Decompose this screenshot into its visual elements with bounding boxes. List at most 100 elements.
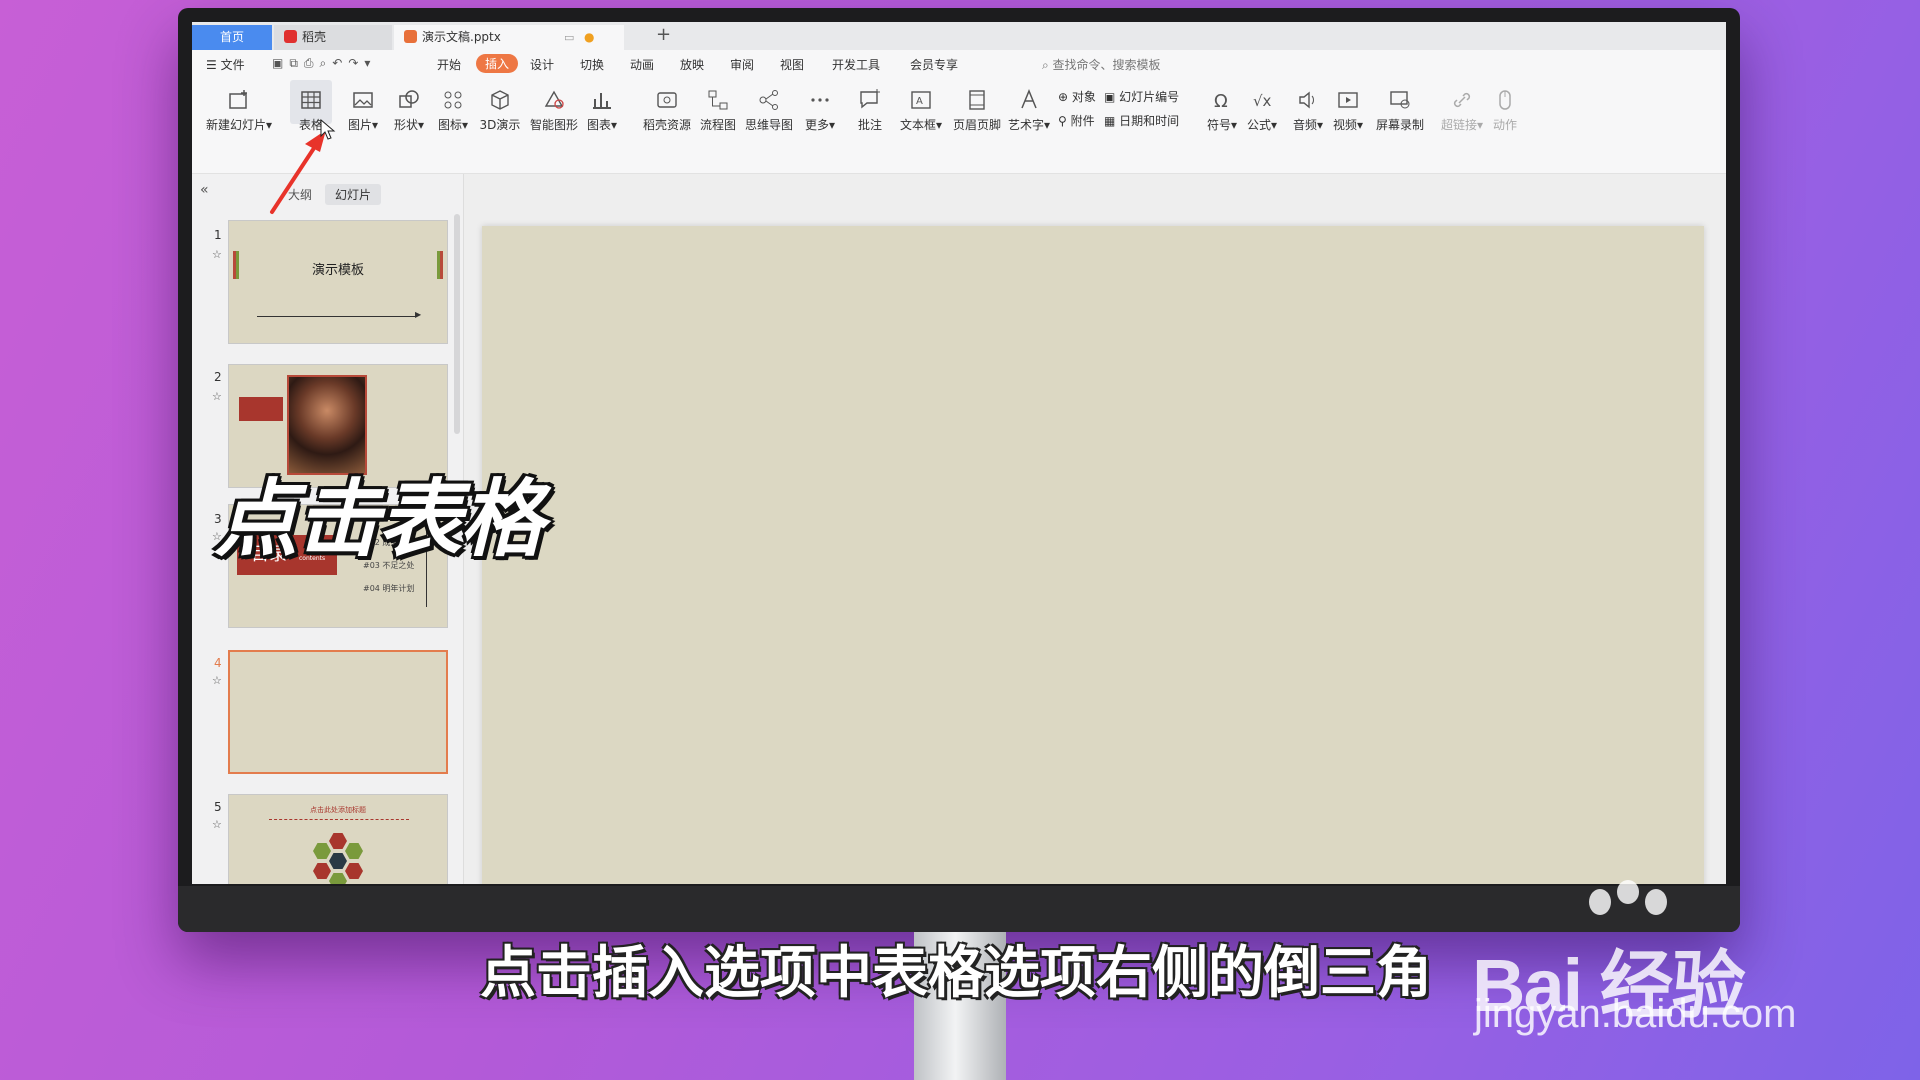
omega-icon: Ω xyxy=(1214,91,1228,112)
comment-button[interactable]: 批注 xyxy=(852,88,888,133)
table-button[interactable]: 表格 xyxy=(290,80,332,132)
shape-button[interactable]: 形状▾ xyxy=(388,88,430,133)
slide-number: 4 xyxy=(214,656,222,670)
tab-status-icon: ▭ xyxy=(564,31,575,44)
attachment-label: 附件 xyxy=(1070,114,1095,128)
smart-graphic-button[interactable]: 智能图形 xyxy=(528,88,580,133)
symbol-button[interactable]: Ω 符号▾ xyxy=(1204,88,1240,133)
wordart-icon xyxy=(1021,89,1037,109)
video-label: 视频 xyxy=(1332,118,1357,132)
formula-icon: √x xyxy=(1253,92,1272,110)
tab-document[interactable]: 演示文稿.pptx ▭ ● xyxy=(394,25,624,50)
menu-design[interactable]: 设计 xyxy=(530,56,554,73)
header-footer-button[interactable]: 页眉页脚 xyxy=(950,88,1004,133)
new-tab-button[interactable]: + xyxy=(656,24,671,45)
wordart-button[interactable]: 艺术字▾ xyxy=(1006,88,1052,133)
flowchart-button[interactable]: 流程图 xyxy=(696,88,740,133)
slide-number: 2 xyxy=(214,370,222,384)
redo-icon[interactable]: ↷ xyxy=(348,56,364,70)
slide-canvas[interactable] xyxy=(482,226,1704,884)
print-icon[interactable]: ⎙ xyxy=(304,56,320,70)
tab-daoke[interactable]: 稻壳 xyxy=(274,25,392,50)
slide-thumbnail-1[interactable]: 演示模板 ▶ xyxy=(228,220,448,344)
icons-gallery-icon xyxy=(444,91,462,109)
tab-home[interactable]: 首页 xyxy=(192,25,272,50)
shape-icon xyxy=(399,90,419,108)
object-icon: ⊕ xyxy=(1058,90,1072,104)
daoke-resource-button[interactable]: 稻壳资源 xyxy=(640,88,694,133)
menu-animation[interactable]: 动画 xyxy=(630,56,654,73)
preview-icon[interactable]: ⌕ xyxy=(320,56,333,70)
customize-icon[interactable]: ▾ xyxy=(364,56,376,70)
flowchart-label: 流程图 xyxy=(699,118,736,132)
menu-bar: ☰ 文件 ▣⧉⎙⌕↶↷▾ 开始 插入 设计 切换 动画 放映 审阅 视图 开发工… xyxy=(192,50,1726,78)
datetime-button[interactable]: ▦ 日期和时间 xyxy=(1104,112,1179,129)
menu-start[interactable]: 开始 xyxy=(437,56,461,73)
menu-insert[interactable]: 插入 xyxy=(476,54,519,73)
mouse-icon xyxy=(1499,90,1511,110)
animation-star-icon: ☆ xyxy=(212,674,222,687)
slide-number: 1 xyxy=(214,228,222,242)
command-search[interactable]: ⌕ 查找命令、搜索模板 xyxy=(1042,56,1161,73)
svg-text:√x: √x xyxy=(1253,92,1272,110)
formula-button[interactable]: √x 公式▾ xyxy=(1244,88,1280,133)
screen-record-label: 屏幕录制 xyxy=(1375,118,1424,132)
menu-transition[interactable]: 切换 xyxy=(580,56,604,73)
action-label: 动作 xyxy=(1492,118,1517,132)
export-icon[interactable]: ⧉ xyxy=(289,56,304,70)
tab-outline[interactable]: 大纲 xyxy=(288,186,312,203)
search-icon: ⌕ xyxy=(1042,58,1053,72)
more-label: 更多 xyxy=(804,118,829,132)
new-slide-button[interactable]: 新建幻灯片▾ xyxy=(204,88,274,133)
more-button[interactable]: 更多▾ xyxy=(800,88,840,133)
textbox-button[interactable]: A 文本框▾ xyxy=(898,88,944,133)
picture-button[interactable]: 图片▾ xyxy=(342,88,384,133)
mindmap-button[interactable]: 思维导图 xyxy=(742,88,796,133)
link-icon xyxy=(1453,92,1471,108)
screen-record-button[interactable]: 屏幕录制 xyxy=(1374,88,1426,133)
menu-review[interactable]: 审阅 xyxy=(730,56,754,73)
attachment-button[interactable]: ⚲ 附件 xyxy=(1058,112,1095,129)
icon-button[interactable]: 图标▾ xyxy=(432,88,474,133)
hyperlink-button: 超链接▾ xyxy=(1440,88,1484,133)
undo-icon[interactable]: ↶ xyxy=(332,56,348,70)
daoke-resource-label: 稻壳资源 xyxy=(642,118,691,132)
unsaved-dot-icon: ● xyxy=(584,30,595,44)
panel-scrollbar[interactable] xyxy=(454,214,460,434)
slide-number-icon: ▣ xyxy=(1104,90,1120,104)
slide5-title: 点击此处添加标题 xyxy=(310,806,366,814)
menu-slideshow[interactable]: 放映 xyxy=(680,56,704,73)
new-slide-icon xyxy=(229,90,247,109)
video-icon xyxy=(1338,92,1358,108)
calendar-icon: ▦ xyxy=(1104,114,1120,128)
chart-button[interactable]: 图表▾ xyxy=(582,88,622,133)
chart-label: 图表 xyxy=(586,118,611,132)
speaker-icon xyxy=(1299,91,1314,109)
svg-text:Ω: Ω xyxy=(1214,91,1228,112)
formula-label: 公式 xyxy=(1246,118,1271,132)
tab-document-label: 演示文稿.pptx xyxy=(422,30,501,44)
menu-view[interactable]: 视图 xyxy=(780,56,804,73)
3d-button[interactable]: 3D演示 xyxy=(476,88,524,133)
slide1-title: 演示模板 xyxy=(311,263,364,278)
bar-chart-icon xyxy=(593,93,611,109)
collapse-panel-button[interactable]: « xyxy=(200,182,209,198)
mindmap-icon xyxy=(759,90,778,110)
save-icon[interactable]: ▣ xyxy=(272,56,289,70)
slide-thumbnail-4-selected[interactable] xyxy=(228,650,448,774)
textbox-label: 文本框 xyxy=(899,118,936,132)
menu-developer[interactable]: 开发工具 xyxy=(832,56,880,73)
audio-button[interactable]: 音频▾ xyxy=(1290,88,1326,133)
mindmap-label: 思维导图 xyxy=(744,118,793,132)
object-button[interactable]: ⊕ 对象 xyxy=(1058,88,1096,105)
slide-number-button[interactable]: ▣ 幻灯片编号 xyxy=(1104,88,1179,105)
slide-thumbnail-5[interactable]: 点击此处添加标题 xyxy=(228,794,448,884)
baidu-jingyan-watermark: Bai 经验 jingyan.baidu.com xyxy=(1472,880,1832,1040)
video-button[interactable]: 视频▾ xyxy=(1330,88,1366,133)
menu-member[interactable]: 会员专享 xyxy=(910,56,958,73)
header-footer-label: 页眉页脚 xyxy=(952,118,1001,132)
file-menu[interactable]: ☰ 文件 xyxy=(206,56,245,73)
tab-slides[interactable]: 幻灯片 xyxy=(325,184,382,205)
slide5-dashed-line xyxy=(269,819,409,820)
paperclip-icon: ⚲ xyxy=(1058,114,1071,128)
